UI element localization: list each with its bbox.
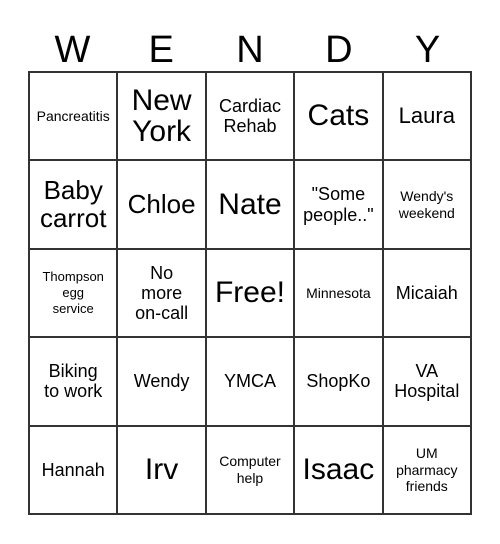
bingo-header-row: WENDY [28, 20, 472, 70]
bingo-cell-label: Wendy [133, 371, 190, 392]
bingo-cell[interactable]: "Some people.." [295, 161, 384, 250]
bingo-cell[interactable]: VA Hospital [383, 338, 472, 427]
bingo-cell[interactable]: Cardiac Rehab [206, 73, 296, 162]
bingo-cell-label: Minnesota [306, 284, 371, 301]
bingo-cell[interactable]: Micaiah [383, 249, 472, 339]
bingo-cell-label: UM pharmacy friends [396, 445, 458, 495]
bingo-header-letter-3: N [236, 29, 264, 71]
bingo-cell-free[interactable]: Free! [206, 249, 296, 339]
bingo-cell[interactable]: UM pharmacy friends [383, 426, 472, 515]
bingo-header-letter-5: Y [414, 29, 441, 71]
bingo-header-letter-4: D [325, 29, 353, 71]
bingo-cell-label: Irv [144, 453, 179, 487]
bingo-cell-label: Computer help [219, 453, 281, 486]
bingo-cell-label: Biking to work [44, 361, 103, 402]
bingo-cell[interactable]: Chloe [118, 161, 207, 250]
bingo-cell[interactable]: New York [118, 73, 207, 162]
bingo-cell[interactable]: Hannah [30, 426, 119, 515]
bingo-cell-label: ShopKo [306, 371, 371, 392]
bingo-cell-label: Cats [307, 99, 370, 133]
bingo-cell[interactable]: Thompson egg service [30, 249, 119, 339]
bingo-header-letter-1: W [54, 29, 91, 71]
bingo-cell-label: VA Hospital [394, 361, 460, 402]
bingo-cell[interactable]: Minnesota [295, 249, 384, 339]
bingo-cell[interactable]: Irv [118, 426, 207, 515]
bingo-cell[interactable]: Wendy's weekend [383, 161, 472, 250]
bingo-card: W E N D Y Pancreatitis New York Cardiac Rehab C… [0, 0, 500, 544]
bingo-cell-label: New York [131, 83, 192, 149]
bingo-cell[interactable]: YMCA [206, 338, 296, 427]
bingo-cell[interactable]: Baby carrot [30, 161, 119, 250]
bingo-cell-label: Free! [214, 276, 285, 310]
bingo-cell-label: Wendy's weekend [398, 188, 455, 221]
bingo-cell-label: Cardiac Rehab [218, 96, 281, 137]
bingo-cell[interactable]: Computer help [206, 426, 296, 515]
bingo-cell-label: Isaac [302, 453, 375, 487]
bingo-cell-label: Thompson egg service [42, 269, 104, 316]
bingo-cell[interactable]: Laura [383, 73, 472, 162]
bingo-header-letter-2: E [148, 29, 174, 71]
bingo-cell-label: Nate [218, 187, 282, 221]
bingo-grid: Pancreatitis New York Cardiac Rehab Cats Lau… [28, 71, 472, 515]
bingo-cell-label: Pancreatitis [36, 107, 110, 124]
bingo-cell[interactable]: Cats [295, 73, 384, 162]
bingo-cell-label: "Some people.." [303, 184, 374, 225]
bingo-cell[interactable]: Wendy [118, 338, 207, 427]
bingo-cell[interactable]: Biking to work [30, 338, 119, 427]
bingo-cell[interactable]: No more on-call [118, 249, 207, 339]
bingo-cell-label: Hannah [41, 459, 105, 480]
bingo-cell-label: YMCA [223, 371, 276, 392]
bingo-cell[interactable]: ShopKo [295, 338, 384, 427]
bingo-cell-label: Chloe [127, 188, 196, 219]
bingo-cell-label: Micaiah [395, 282, 458, 303]
bingo-cell-label: Laura [398, 103, 455, 129]
bingo-cell[interactable]: Pancreatitis [30, 73, 119, 162]
bingo-cell-label: Baby carrot [39, 175, 107, 233]
bingo-cell[interactable]: Isaac [295, 426, 384, 515]
bingo-cell-label: No more on-call [135, 262, 189, 324]
bingo-cell[interactable]: Nate [206, 161, 296, 250]
